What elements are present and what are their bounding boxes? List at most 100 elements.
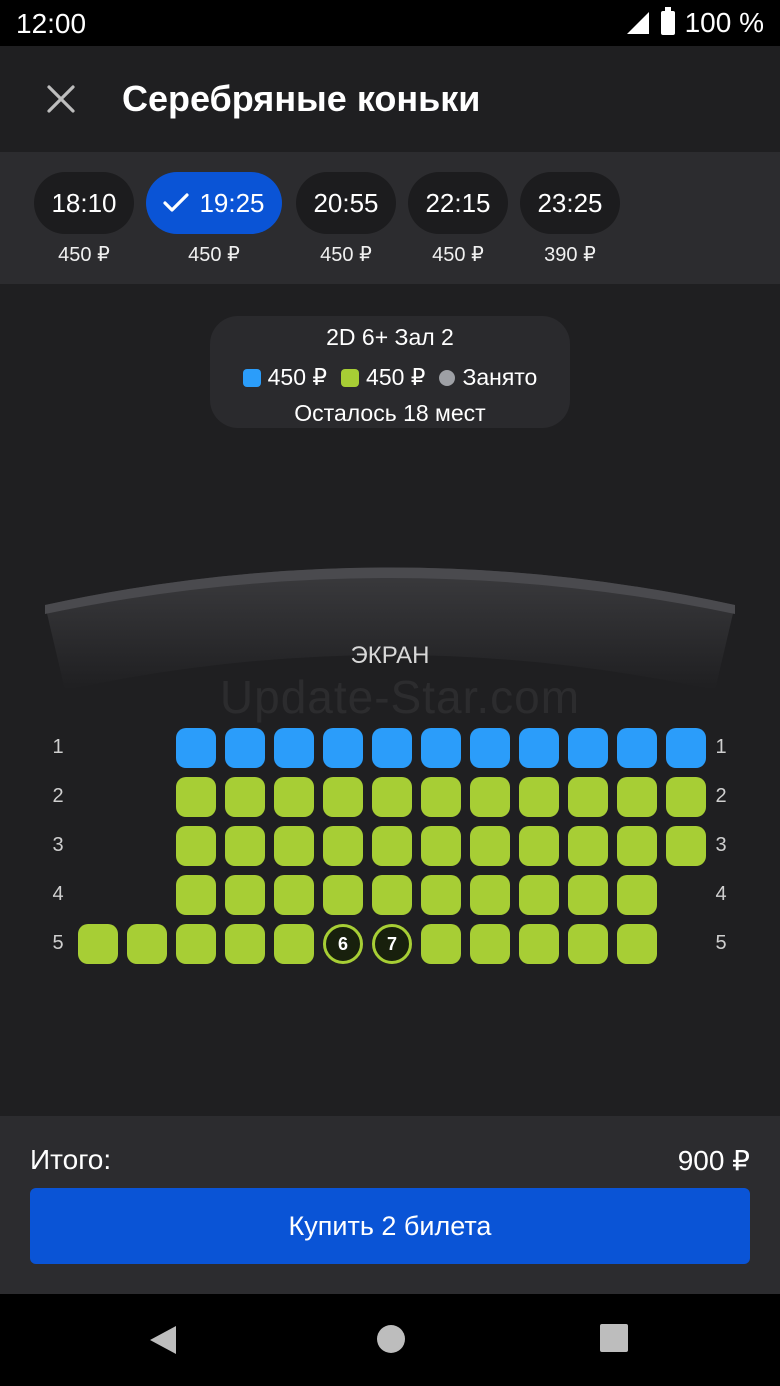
row-label-right: 3 bbox=[715, 834, 727, 856]
seat[interactable] bbox=[470, 777, 510, 817]
seat[interactable] bbox=[666, 826, 706, 866]
home-icon[interactable] bbox=[376, 1324, 406, 1354]
session-time: 22:15 bbox=[425, 187, 491, 218]
seat[interactable] bbox=[372, 826, 412, 866]
session-1810[interactable]: 18:10 450 ₽ bbox=[34, 172, 134, 267]
session-time-pill: 18:10 bbox=[34, 172, 134, 234]
close-icon bbox=[47, 85, 75, 113]
row-label-right: 4 bbox=[715, 883, 727, 905]
recents-icon[interactable] bbox=[600, 1324, 628, 1352]
total-label: Итого: bbox=[30, 1144, 112, 1175]
seat[interactable] bbox=[225, 875, 265, 915]
seat[interactable] bbox=[519, 826, 559, 866]
seat[interactable] bbox=[519, 777, 559, 817]
session-time: 20:55 bbox=[313, 187, 379, 218]
session-times-strip: 18:10 450 ₽ 19:25 450 ₽ 20:55 450 ₽ 22:1… bbox=[0, 152, 780, 284]
legend-item-green: 450 ₽ bbox=[341, 364, 425, 391]
seat[interactable] bbox=[323, 875, 363, 915]
session-2215[interactable]: 22:15 450 ₽ bbox=[408, 172, 508, 267]
seat[interactable] bbox=[225, 924, 265, 964]
close-button[interactable] bbox=[38, 76, 84, 122]
seat[interactable] bbox=[470, 826, 510, 866]
hall-info-card: 2D 6+ Зал 2 450 ₽ 450 ₽ Занято Осталось … bbox=[210, 316, 570, 428]
session-1925[interactable]: 19:25 450 ₽ bbox=[146, 172, 282, 267]
app-header: Серебряные коньки bbox=[0, 46, 780, 152]
seat[interactable] bbox=[225, 728, 265, 768]
seat[interactable] bbox=[323, 826, 363, 866]
seat[interactable] bbox=[274, 728, 314, 768]
seat[interactable] bbox=[470, 728, 510, 768]
seat[interactable] bbox=[568, 924, 608, 964]
session-price: 450 ₽ bbox=[432, 244, 484, 266]
seats-remaining: Осталось 18 мест bbox=[294, 400, 486, 426]
system-nav-bar bbox=[0, 1294, 780, 1386]
total-value: 900 ₽ bbox=[677, 1145, 750, 1176]
back-icon[interactable] bbox=[148, 1324, 178, 1356]
seat[interactable] bbox=[372, 777, 412, 817]
status-bar: 12:00 100 % bbox=[0, 0, 780, 46]
row-label-left: 1 bbox=[52, 736, 64, 758]
seat[interactable] bbox=[519, 875, 559, 915]
seat[interactable] bbox=[323, 777, 363, 817]
row-label-left: 3 bbox=[52, 834, 64, 856]
seat[interactable] bbox=[176, 777, 216, 817]
seat[interactable] bbox=[617, 728, 657, 768]
row-label-left: 5 bbox=[52, 932, 64, 954]
checkout-panel: Итого: 900 ₽ Купить 2 билета bbox=[0, 1116, 780, 1294]
session-time-pill: 19:25 bbox=[146, 172, 282, 234]
seat[interactable] bbox=[666, 728, 706, 768]
legend-label: 450 ₽ bbox=[366, 364, 426, 390]
seat[interactable] bbox=[176, 826, 216, 866]
seat[interactable] bbox=[274, 826, 314, 866]
seat[interactable] bbox=[568, 728, 608, 768]
seat[interactable] bbox=[274, 777, 314, 817]
session-2055[interactable]: 20:55 450 ₽ bbox=[296, 172, 396, 267]
seat[interactable] bbox=[519, 924, 559, 964]
seat[interactable] bbox=[225, 777, 265, 817]
seat[interactable] bbox=[274, 924, 314, 964]
page-title: Серебряные коньки bbox=[122, 78, 481, 119]
seat[interactable] bbox=[519, 728, 559, 768]
seat[interactable] bbox=[421, 875, 461, 915]
legend-label: Занято bbox=[462, 364, 538, 390]
seat[interactable] bbox=[568, 826, 608, 866]
status-time: 12:00 bbox=[16, 8, 87, 39]
seat[interactable] bbox=[421, 826, 461, 866]
buy-tickets-button[interactable]: Купить 2 билета bbox=[30, 1188, 750, 1264]
session-2325[interactable]: 23:25 390 ₽ bbox=[520, 172, 620, 267]
session-time: 23:25 bbox=[537, 187, 603, 218]
screen-label: ЭКРАН bbox=[350, 642, 430, 669]
seat[interactable] bbox=[568, 777, 608, 817]
seat[interactable] bbox=[323, 728, 363, 768]
session-time: 19:25 bbox=[199, 187, 265, 218]
seat[interactable] bbox=[568, 875, 608, 915]
watermark: Update-Star.com bbox=[219, 671, 581, 723]
seat[interactable] bbox=[617, 875, 657, 915]
seat[interactable] bbox=[470, 875, 510, 915]
seat[interactable] bbox=[666, 777, 706, 817]
seat[interactable] bbox=[176, 875, 216, 915]
seat[interactable] bbox=[372, 875, 412, 915]
seat[interactable] bbox=[78, 924, 118, 964]
seat[interactable] bbox=[176, 728, 216, 768]
seat[interactable] bbox=[617, 777, 657, 817]
seat[interactable] bbox=[372, 728, 412, 768]
seat[interactable] bbox=[421, 777, 461, 817]
seat[interactable] bbox=[127, 924, 167, 964]
seat[interactable] bbox=[617, 924, 657, 964]
seat[interactable] bbox=[617, 826, 657, 866]
legend-item-occupied: Занято bbox=[439, 364, 537, 391]
session-price: 390 ₽ bbox=[544, 244, 596, 266]
seat[interactable] bbox=[421, 924, 461, 964]
seat[interactable] bbox=[176, 924, 216, 964]
seat-selected[interactable]: 7 bbox=[372, 924, 412, 964]
seat[interactable] bbox=[225, 826, 265, 866]
legend-item-blue: 450 ₽ bbox=[242, 364, 327, 391]
seat[interactable] bbox=[470, 924, 510, 964]
seat[interactable] bbox=[274, 875, 314, 915]
seat[interactable] bbox=[421, 728, 461, 768]
seat-map: 1 1 2 2 3 3 4 4 5 5 67 bbox=[0, 720, 780, 980]
checkmark-icon bbox=[163, 193, 190, 212]
row-label-right: 5 bbox=[715, 932, 727, 954]
seat-selected[interactable]: 6 bbox=[323, 924, 363, 964]
